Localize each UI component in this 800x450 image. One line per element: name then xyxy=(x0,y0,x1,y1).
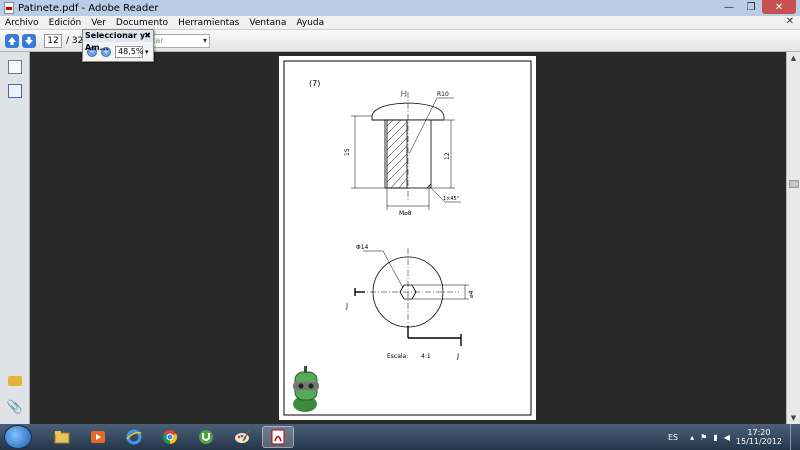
adobe-reader-window: Patinete.pdf - Adobe Reader — ❐ ✕ Archiv… xyxy=(0,0,800,450)
chrome-icon xyxy=(162,430,178,445)
scale-value: 4:1 xyxy=(421,353,431,360)
network-icon[interactable]: ▮ xyxy=(713,433,717,442)
drawing-number: (7) xyxy=(309,79,320,88)
vertical-scrollbar[interactable]: ▲ ▼ xyxy=(786,52,800,424)
close-document-button[interactable]: ✕ xyxy=(786,16,794,27)
taskbar-media-player-icon[interactable] xyxy=(82,426,114,448)
close-window-button[interactable]: ✕ xyxy=(762,0,796,14)
chamfer-label: 1×45° xyxy=(443,196,460,202)
menu-herramientas[interactable]: Herramientas xyxy=(173,18,244,28)
pages-icon[interactable] xyxy=(8,60,22,74)
tray-expand-icon[interactable]: ▴ xyxy=(690,433,694,442)
taskbar-internet-explorer-icon[interactable] xyxy=(118,426,150,448)
system-tray: ES ▴ ⚑ ▮ ◀ 17:20 15/11/2012 xyxy=(668,428,782,446)
minimize-button[interactable]: — xyxy=(718,0,740,14)
window-controls: — ❐ ✕ xyxy=(718,0,796,14)
clock-date: 15/11/2012 xyxy=(735,437,782,446)
maximize-button[interactable]: ❐ xyxy=(740,0,762,14)
menu-archivo[interactable]: Archivo xyxy=(0,18,44,28)
select-zoom-panel: Seleccionar y Am... ✖ − + 48,5% ▾ xyxy=(82,29,154,62)
folder-icon xyxy=(54,431,70,444)
section-label: J-J xyxy=(400,90,407,97)
language-indicator[interactable]: ES xyxy=(668,433,678,442)
scroll-up-button[interactable]: ▲ xyxy=(787,52,800,64)
menu-ventana[interactable]: Ventana xyxy=(244,18,291,28)
diam-4-label: ⌀4 xyxy=(468,290,475,298)
paint-icon xyxy=(235,430,250,443)
find-dropdown-icon[interactable]: ▾ xyxy=(203,35,207,47)
comment-icon[interactable] xyxy=(8,374,22,388)
mascot-picture xyxy=(293,366,319,412)
clock[interactable]: 17:20 15/11/2012 xyxy=(736,428,782,446)
menu-bar: Archivo Edición Ver Documento Herramient… xyxy=(0,16,800,30)
next-page-button[interactable] xyxy=(22,33,36,48)
section-view xyxy=(351,92,461,210)
cut-j-left-label: J xyxy=(345,302,348,310)
arrow-up-icon xyxy=(8,36,16,45)
scroll-down-button[interactable]: ▼ xyxy=(787,412,800,424)
bookmarks-icon[interactable] xyxy=(8,84,22,98)
top-view xyxy=(354,248,469,346)
menu-edicion[interactable]: Edición xyxy=(44,18,87,28)
pdf-page[interactable]: (7) J-J R10 15 12 M⌀8 1×45° Φ14 ⌀4 J J E… xyxy=(279,56,536,420)
utorrent-icon xyxy=(199,430,213,444)
navigation-pane: 📎 xyxy=(0,52,30,424)
clock-time: 17:20 xyxy=(747,428,771,437)
start-button[interactable] xyxy=(4,425,32,449)
find-input[interactable]: car ▾ xyxy=(148,34,210,48)
menu-ver[interactable]: Ver xyxy=(86,18,111,28)
page-total: / 32 xyxy=(66,35,84,46)
taskbar-explorer-icon[interactable] xyxy=(46,426,78,448)
flag-icon[interactable]: ⚑ xyxy=(700,433,707,442)
show-desktop-button[interactable] xyxy=(790,424,800,450)
previous-page-button[interactable] xyxy=(5,33,19,48)
height-12-label: 12 xyxy=(444,152,451,160)
media-player-icon xyxy=(91,431,105,443)
technical-drawing: (7) J-J R10 15 12 M⌀8 1×45° Φ14 ⌀4 J J E… xyxy=(283,60,532,416)
internet-explorer-icon xyxy=(126,429,142,445)
attachment-icon[interactable]: 📎 xyxy=(7,400,23,415)
menu-documento[interactable]: Documento xyxy=(111,18,173,28)
taskbar-chrome-icon[interactable] xyxy=(154,426,186,448)
adobe-reader-icon xyxy=(271,429,285,445)
volume-icon[interactable]: ◀ xyxy=(724,433,730,442)
scroll-thumb[interactable] xyxy=(789,180,799,188)
select-zoom-panel-header[interactable]: Seleccionar y Am... ✖ xyxy=(83,30,153,52)
thread-label: M⌀8 xyxy=(399,210,412,217)
cut-j-right-label: J xyxy=(456,352,459,360)
diam-14-label: Φ14 xyxy=(356,244,369,251)
radius-label: R10 xyxy=(437,91,449,98)
zoom-dropdown-icon[interactable]: ▾ xyxy=(145,48,149,56)
title-bar: Patinete.pdf - Adobe Reader — ❐ ✕ xyxy=(0,0,800,16)
zoom-level-input[interactable]: 48,5% xyxy=(115,46,143,58)
pdf-file-icon xyxy=(4,2,14,14)
height-15-label: 15 xyxy=(344,148,351,156)
arrow-down-icon xyxy=(25,36,33,45)
window-title: Patinete.pdf - Adobe Reader xyxy=(18,2,159,14)
close-panel-button[interactable]: ✖ xyxy=(144,30,151,42)
taskbar-paint-icon[interactable] xyxy=(226,426,258,448)
taskbar: ES ▴ ⚑ ▮ ◀ 17:20 15/11/2012 xyxy=(0,424,800,450)
menu-ayuda[interactable]: Ayuda xyxy=(291,18,329,28)
page-number-input[interactable]: 12 xyxy=(44,33,62,48)
taskbar-utorrent-icon[interactable] xyxy=(190,426,222,448)
taskbar-adobe-reader-icon[interactable] xyxy=(262,426,294,448)
scale-label: Escala: xyxy=(387,353,408,360)
document-area: (7) J-J R10 15 12 M⌀8 1×45° Φ14 ⌀4 J J E… xyxy=(30,52,800,424)
